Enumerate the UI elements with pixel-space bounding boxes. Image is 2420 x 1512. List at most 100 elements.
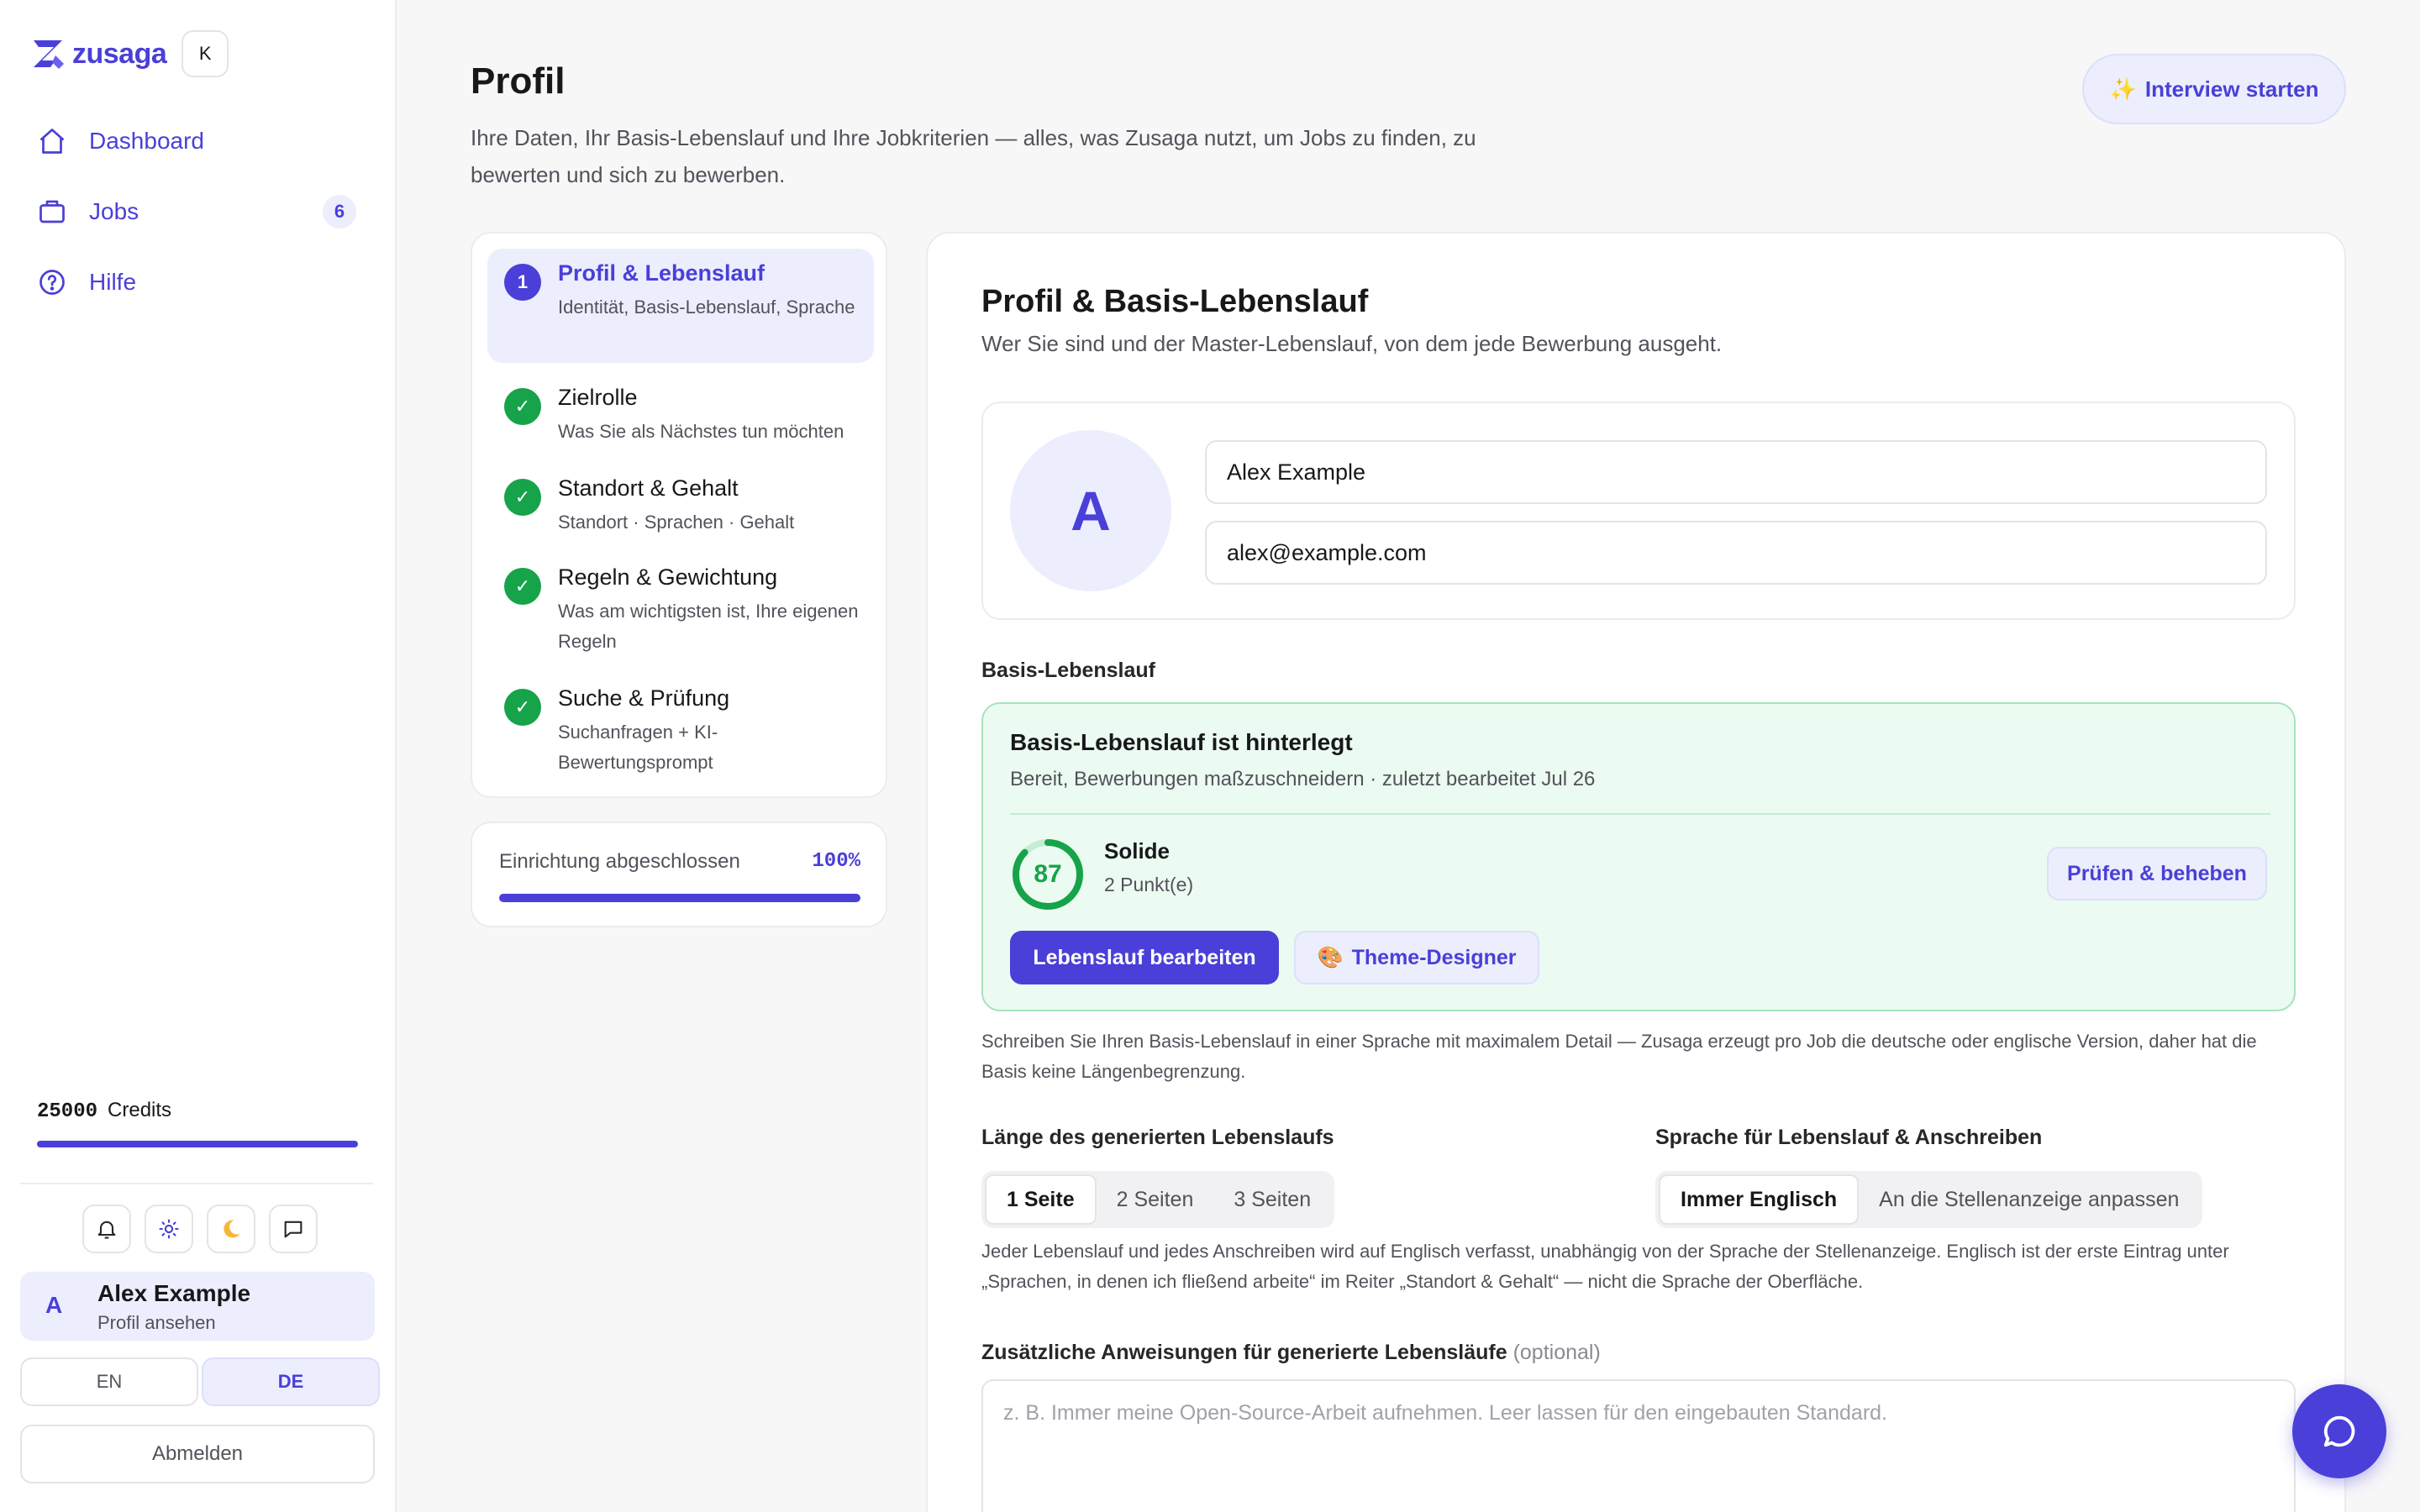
- output-language-segmented-control: Immer Englisch An die Stellenanzeige anp…: [1655, 1171, 2203, 1228]
- nav-item-jobs[interactable]: Jobs 6: [20, 176, 376, 247]
- dark-theme-button[interactable]: [207, 1205, 255, 1253]
- credits-amount: 25000: [37, 1100, 98, 1123]
- zusaga-logo-icon[interactable]: [30, 35, 67, 72]
- resume-section-label: Basis-Lebenslauf: [981, 659, 1156, 682]
- logout-button[interactable]: Abmelden: [20, 1425, 375, 1483]
- app-name: zusaga: [72, 37, 167, 70]
- setup-progress-label: Einrichtung abgeschlossen: [499, 850, 740, 873]
- credits-bar: [37, 1141, 358, 1147]
- step-title: Standort & Gehalt: [558, 475, 739, 501]
- step-title: Zielrolle: [558, 385, 638, 410]
- palette-icon: 🎨: [1317, 945, 1344, 969]
- resume-score-points: 2 Punkt(e): [1104, 874, 1194, 895]
- feedback-button[interactable]: [269, 1205, 318, 1253]
- step-title: Suche & Prüfung: [558, 685, 730, 711]
- language-de-button[interactable]: DE: [202, 1357, 380, 1406]
- language-en-button[interactable]: EN: [20, 1357, 198, 1406]
- length-option-2[interactable]: 2 Seiten: [1097, 1174, 1214, 1225]
- sun-icon: [159, 1219, 179, 1239]
- help-circle-icon: [39, 270, 65, 295]
- credits-display: 25000 Credits: [37, 1099, 171, 1123]
- step-subtitle: Was Sie als Nächstes tun möchten: [558, 421, 844, 442]
- email-input[interactable]: [1205, 521, 2267, 585]
- length-option-1[interactable]: 1 Seite: [985, 1174, 1097, 1225]
- resume-status-divider: [1010, 813, 2270, 815]
- view-profile-link[interactable]: Profil ansehen: [97, 1312, 216, 1334]
- step-profil-lebenslauf[interactable]: 1 Profil & Lebenslauf Identität, Basis-L…: [487, 249, 874, 363]
- check-icon: ✓: [504, 479, 541, 516]
- moon-icon: [224, 1220, 240, 1238]
- chat-bubble-icon: [2323, 1415, 2355, 1447]
- user-avatar: A: [45, 1292, 63, 1318]
- nav-item-dashboard[interactable]: Dashboard: [20, 106, 376, 176]
- check-icon: ✓: [504, 689, 541, 726]
- output-language-note: Jeder Lebenslauf und jedes Anschreiben w…: [981, 1241, 2229, 1292]
- nav-label-dashboard: Dashboard: [89, 128, 204, 154]
- length-segmented-control: 1 Seite 2 Seiten 3 Seiten: [981, 1171, 1335, 1228]
- instructions-label: Zusätzliche Anweisungen für generierte L…: [981, 1341, 1601, 1365]
- theme-designer-label: Theme-Designer: [1351, 945, 1517, 969]
- step-regeln-gewichtung[interactable]: ✓ Regeln & Gewichtung Was am wichtigsten…: [487, 553, 874, 665]
- user-name: Alex Example: [97, 1280, 251, 1306]
- credits-label: Credits: [108, 1099, 172, 1121]
- profile-main-card: Profil & Basis-Lebenslauf Wer Sie sind u…: [926, 232, 2346, 1512]
- step-subtitle: Standort · Sprachen · Gehalt: [558, 512, 795, 533]
- user-profile-card[interactable]: A Alex Example Profil ansehen: [20, 1272, 375, 1341]
- sparkle-icon: ✨: [2109, 76, 2137, 102]
- resume-status-box: Basis-Lebenslauf ist hinterlegt Bereit, …: [981, 702, 2296, 1011]
- step-title: Profil & Lebenslauf: [558, 260, 765, 286]
- shortcut-key[interactable]: K: [182, 30, 229, 77]
- nav-label-hilfe: Hilfe: [89, 269, 137, 295]
- nav-item-hilfe[interactable]: Hilfe: [20, 247, 376, 318]
- logo-row: zusaga K: [30, 30, 229, 77]
- resume-status-title: Basis-Lebenslauf ist hinterlegt: [1010, 729, 1353, 755]
- briefcase-icon: [39, 200, 65, 223]
- length-label: Länge des generierten Lebenslaufs: [981, 1126, 1334, 1149]
- step-number: 1: [504, 264, 541, 301]
- start-interview-button[interactable]: ✨ Interview starten: [2082, 54, 2346, 124]
- check-icon: ✓: [504, 388, 541, 425]
- light-theme-button[interactable]: [145, 1205, 193, 1253]
- name-input[interactable]: [1205, 440, 2267, 504]
- chat-icon: [284, 1221, 302, 1238]
- sidebar-divider: [20, 1183, 373, 1184]
- instructions-textarea[interactable]: [981, 1379, 2296, 1512]
- language-option-adapt[interactable]: An die Stellenanzeige anpassen: [1859, 1174, 2199, 1225]
- resume-status-subtitle: Bereit, Bewerbungen maßzuschneidern · zu…: [1010, 768, 1596, 790]
- instructions-label-text: Zusätzliche Anweisungen für generierte L…: [981, 1341, 1507, 1364]
- setup-steps: 1 Profil & Lebenslauf Identität, Basis-L…: [471, 232, 887, 798]
- jobs-count-badge: 6: [323, 195, 356, 228]
- instructions-optional: (optional): [1512, 1341, 1601, 1364]
- setup-progress-percent: 100%: [812, 850, 860, 873]
- setup-progress-bar: [499, 894, 860, 902]
- sidebar: zusaga K Dashboard Jobs 6 Hilfe 25000 Cre…: [0, 0, 397, 1512]
- sidebar-icon-row: [82, 1205, 318, 1253]
- step-subtitle: Suchanfragen + KI-Bewertungsprompt: [558, 722, 718, 773]
- step-zielrolle[interactable]: ✓ Zielrolle Was Sie als Nächstes tun möc…: [487, 373, 874, 454]
- main-nav: Dashboard Jobs 6 Hilfe: [20, 106, 376, 318]
- section-title: Profil & Basis-Lebenslauf: [981, 284, 1369, 319]
- resume-note: Schreiben Sie Ihren Basis-Lebenslauf in …: [981, 1031, 2257, 1082]
- identity-card: A: [981, 402, 2296, 620]
- edit-resume-button[interactable]: Lebenslauf bearbeiten: [1010, 931, 1279, 984]
- check-and-fix-button[interactable]: Prüfen & beheben: [2047, 847, 2267, 900]
- step-title: Regeln & Gewichtung: [558, 564, 778, 590]
- setup-progress-card: Einrichtung abgeschlossen 100%: [471, 822, 887, 927]
- chat-fab-button[interactable]: [2292, 1384, 2386, 1478]
- bell-icon: [97, 1221, 116, 1239]
- theme-designer-button[interactable]: 🎨 Theme-Designer: [1294, 931, 1539, 984]
- step-subtitle: Was am wichtigsten ist, Ihre eigenen Reg…: [558, 601, 859, 652]
- credits-bar-fill: [37, 1141, 358, 1147]
- length-option-3[interactable]: 3 Seiten: [1213, 1174, 1331, 1225]
- home-icon: [39, 129, 65, 154]
- page-title: Profil: [471, 60, 566, 102]
- step-suche-pruefung[interactable]: ✓ Suche & Prüfung Suchanfragen + KI-Bewe…: [487, 674, 874, 786]
- step-standort-gehalt[interactable]: ✓ Standort & Gehalt Standort · Sprachen …: [487, 464, 874, 544]
- check-icon: ✓: [504, 568, 541, 605]
- resume-score-label: Solide: [1104, 838, 1171, 864]
- language-option-english[interactable]: Immer Englisch: [1659, 1174, 1860, 1225]
- notifications-button[interactable]: [82, 1205, 131, 1253]
- nav-label-jobs: Jobs: [89, 198, 139, 224]
- profile-avatar[interactable]: A: [1010, 430, 1171, 591]
- section-description: Wer Sie sind und der Master-Lebenslauf, …: [981, 331, 1723, 356]
